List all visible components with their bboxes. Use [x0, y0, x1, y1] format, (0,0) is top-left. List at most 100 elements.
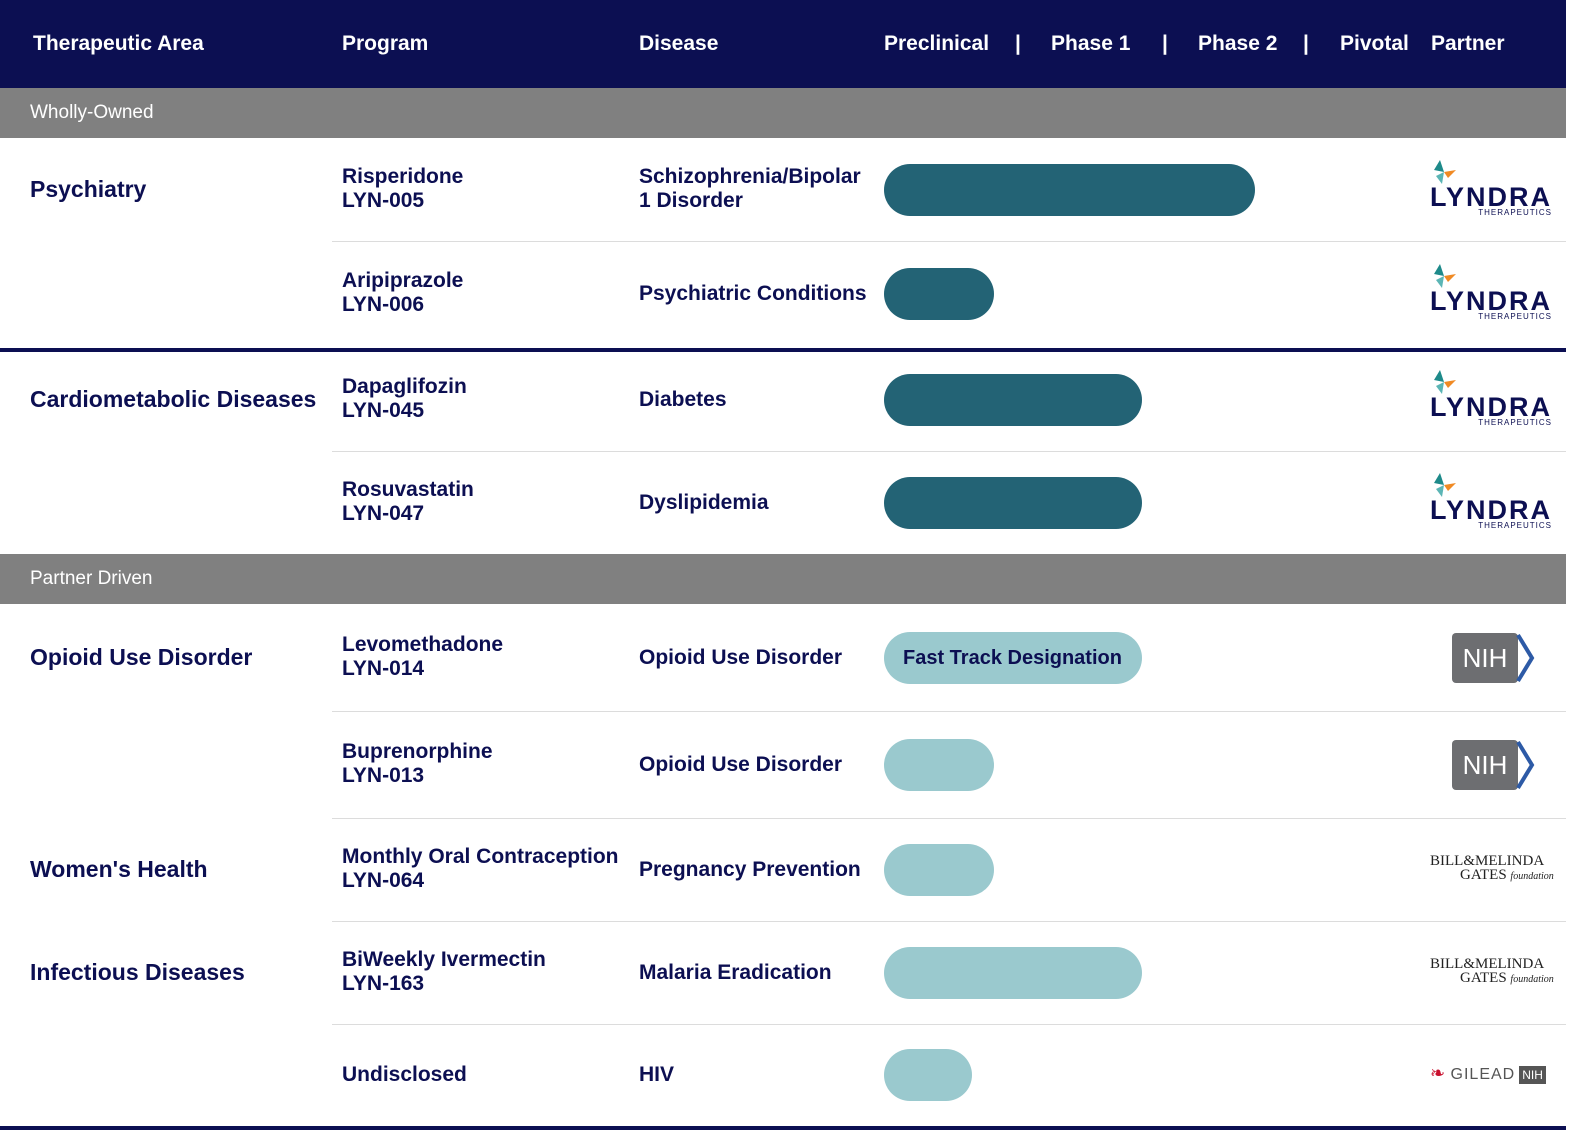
lyndra-wordmark: LYNDRA — [1430, 494, 1553, 525]
program-code: LYN-047 — [342, 501, 425, 525]
lyndra-logo: LYNDRA THERAPEUTICS — [1430, 160, 1560, 220]
progress-bar — [884, 268, 994, 320]
stage-separator: | — [1162, 32, 1168, 55]
lyndra-mark-icon — [1434, 160, 1456, 184]
gilead-nih-logo: ❧ GILEAD NIH — [1430, 1063, 1560, 1084]
stage-separator: | — [1015, 32, 1021, 55]
disease-cell: HIV — [639, 1063, 675, 1086]
column-header: Partner — [1431, 32, 1505, 55]
column-header: Phase 1 — [1051, 32, 1131, 55]
progress-bar — [884, 1049, 973, 1101]
disease-cell: Psychiatric Conditions — [639, 282, 867, 305]
program-code: LYN-014 — [342, 656, 425, 680]
mini-nih-badge: NIH — [1519, 1066, 1546, 1084]
progress-bar — [884, 476, 1143, 529]
program-cell: Aripiprazole LYN-006 — [342, 269, 463, 317]
column-header: Preclinical — [884, 32, 990, 55]
lyndra-mark-icon — [1434, 369, 1456, 394]
gates-line-2: GATES foundation — [1460, 969, 1554, 986]
gates-foundation-logo: BILL&MELINDA GATES foundation — [1430, 852, 1560, 884]
section-band: Partner Driven — [0, 554, 1566, 604]
progress-bar — [884, 373, 1143, 426]
program-code: LYN-064 — [342, 868, 425, 892]
lyndra-mark-icon — [1434, 264, 1456, 288]
gates-line-2: GATES foundation — [1460, 866, 1554, 883]
program-code: LYN-005 — [342, 189, 425, 212]
section-label: Wholly-Owned — [30, 102, 154, 123]
disease-cell: Pregnancy Prevention — [639, 857, 861, 881]
row-divider — [332, 1024, 1566, 1025]
row-divider — [332, 711, 1566, 712]
progress-bar — [884, 739, 994, 791]
program-cell: Rosuvastatin LYN-047 — [342, 478, 474, 526]
section-band: Wholly-Owned — [0, 88, 1566, 138]
lyndra-mark-icon — [1434, 472, 1456, 497]
lyndra-wordmark: LYNDRA — [1430, 391, 1553, 422]
nih-box: NIH — [1452, 632, 1518, 683]
therapeutic-area: Infectious Diseases — [30, 958, 245, 985]
program-name: Risperidone — [342, 165, 464, 188]
therapeutic-area: Psychiatry — [30, 176, 147, 202]
gates-foundation-word: foundation — [1510, 973, 1554, 985]
program-code: LYN-013 — [342, 764, 425, 787]
program-name: BiWeekly Ivermectin — [342, 947, 546, 971]
nih-chevron-icon — [1516, 740, 1535, 790]
therapeutic-area: Women's Health — [30, 855, 208, 882]
progress-bar — [884, 164, 1255, 216]
progress-bar — [884, 946, 1143, 999]
row-divider — [332, 921, 1566, 922]
row-divider — [332, 241, 1566, 242]
nih-logo: NIH — [1430, 632, 1560, 683]
row-divider — [332, 818, 1566, 819]
progress-bar: Fast Track Designation — [884, 631, 1143, 684]
lyndra-wordmark: LYNDRA — [1430, 182, 1553, 212]
program-cell: Monthly Oral Contraception LYN-064 — [342, 845, 619, 893]
disease-cell: Opioid Use Disorder — [639, 753, 843, 776]
gilead-mark-icon: ❧ — [1430, 1063, 1446, 1083]
program-name: Levomethadone — [342, 632, 504, 656]
disease-cell: Opioid Use Disorder — [639, 645, 843, 669]
program-cell: Levomethadone LYN-014 — [342, 633, 503, 681]
program-name: Dapaglifozin — [342, 374, 467, 398]
column-header: Therapeutic Area — [33, 32, 204, 55]
therapeutic-area: Cardiometabolic Diseases — [30, 385, 317, 412]
row-divider — [332, 451, 1566, 452]
lyndra-wordmark: LYNDRA — [1430, 286, 1553, 316]
table-bottom-border — [0, 1126, 1566, 1130]
gates-line-1: BILL&MELINDA — [1430, 955, 1545, 972]
therapeutic-area: Opioid Use Disorder — [30, 643, 253, 670]
program-cell: Undisclosed — [342, 1063, 467, 1087]
program-cell: Dapaglifozin LYN-045 — [342, 375, 467, 423]
gilead-wordmark: GILEAD — [1445, 1066, 1516, 1083]
program-cell: BiWeekly Ivermectin LYN-163 — [342, 948, 546, 996]
program-code: LYN-163 — [342, 971, 425, 995]
progress-bar — [884, 843, 994, 896]
program-name: Aripiprazole — [342, 269, 464, 292]
nih-logo: NIH — [1430, 740, 1560, 790]
disease-cell: Diabetes — [639, 387, 727, 411]
nih-box: NIH — [1452, 740, 1518, 790]
program-code: LYN-045 — [342, 398, 425, 422]
bar-label: Fast Track Designation — [903, 646, 1122, 669]
disease-cell: Schizophrenia/Bipolar 1 Disorder — [639, 165, 861, 212]
group-divider — [0, 348, 1566, 352]
gates-foundation-word: foundation — [1510, 870, 1554, 882]
program-code: LYN-006 — [342, 293, 425, 316]
section-label: Partner Driven — [30, 568, 153, 589]
program-name: Buprenorphine — [342, 740, 493, 763]
disease-cell: Dyslipidemia — [639, 490, 769, 514]
disease-cell: Malaria Eradication — [639, 960, 832, 984]
stage-separator: | — [1303, 32, 1309, 55]
nih-chevron-icon — [1516, 633, 1535, 682]
table-header: Therapeutic Area Program Disease Preclinica… — [0, 0, 1566, 88]
program-name: Monthly Oral Contraception — [342, 844, 619, 868]
lyndra-logo: LYNDRA THERAPEUTICS — [1430, 369, 1560, 430]
program-name: Undisclosed — [342, 1063, 467, 1086]
program-cell: Buprenorphine LYN-013 — [342, 740, 493, 788]
lyndra-logo: LYNDRA THERAPEUTICS — [1430, 472, 1560, 533]
pipeline-table: Therapeutic Area Program Disease Preclinica… — [0, 0, 1578, 1138]
column-header: Disease — [639, 32, 719, 55]
column-header: Phase 2 — [1198, 32, 1278, 55]
column-header: Pivotal — [1340, 32, 1409, 55]
gates-line-1: BILL&MELINDA — [1430, 852, 1545, 869]
